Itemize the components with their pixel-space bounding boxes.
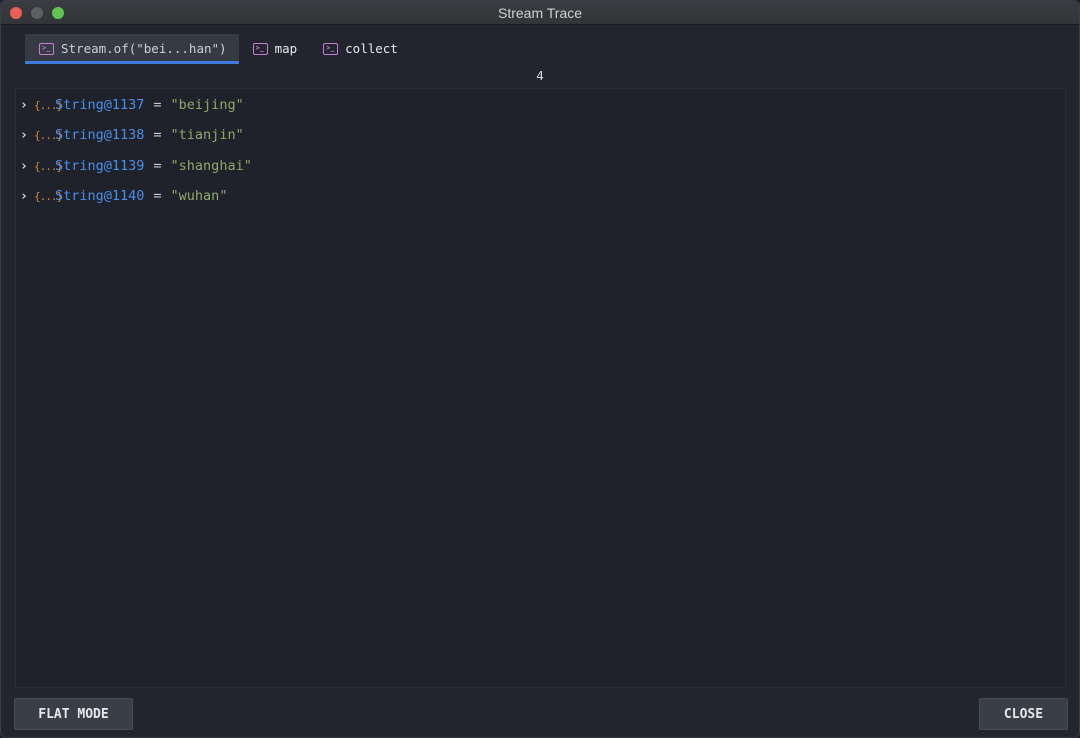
close-button[interactable]: CLOSE [979,698,1068,730]
object-ref: String@1138 [55,127,145,143]
chevron-right-icon[interactable]: › [20,128,34,143]
tab-label: Stream.of("bei...han") [61,41,227,56]
equals-sign: = [153,158,162,174]
object-icon: {...} [34,128,63,142]
tab-label: map [274,41,298,56]
tree-row[interactable]: › {...} String@1140 = "wuhan" [20,186,227,206]
object-ref: String@1139 [55,158,145,174]
title-bar: Stream Trace [1,1,1079,25]
object-icon: {...} [34,98,63,112]
object-icon: {...} [34,189,63,203]
tab-label: collect [345,41,398,56]
item-count: 4 [536,68,544,83]
chevron-right-icon[interactable]: › [20,189,34,204]
tab-collect[interactable]: >_ collect [309,34,410,63]
equals-sign: = [153,127,162,143]
flat-mode-button[interactable]: FLAT MODE [14,698,133,730]
object-icon: {...} [34,159,63,173]
object-value: "beijing" [170,97,244,113]
chevron-right-icon[interactable]: › [20,98,34,113]
tab-map[interactable]: >_ map [239,34,310,63]
stream-trace-window: Stream Trace >_ Stream.of("bei...han") >… [0,0,1080,738]
window-title: Stream Trace [497,5,583,21]
console-icon: >_ [252,42,268,55]
object-ref: String@1137 [55,97,145,113]
tab-stream-of[interactable]: >_ Stream.of("bei...han") [25,34,239,64]
object-value: "tianjin" [170,127,244,143]
equals-sign: = [153,97,162,113]
object-value: "wuhan" [170,188,228,204]
chevron-right-icon[interactable]: › [20,159,34,174]
equals-sign: = [153,188,162,204]
values-tree-panel: › {...} String@1137 = "beijing" › {...} … [15,88,1066,688]
tree-row[interactable]: › {...} String@1138 = "tianjin" [20,125,244,145]
console-icon: >_ [323,42,339,55]
tree-row[interactable]: › {...} String@1137 = "beijing" [20,95,244,115]
tab-bar: >_ Stream.of("bei...han") >_ map >_ coll… [25,34,410,64]
console-icon: >_ [39,42,54,55]
tree-row[interactable]: › {...} String@1139 = "shanghai" [20,156,252,176]
object-value: "shanghai" [170,158,252,174]
object-ref: String@1140 [55,188,145,204]
